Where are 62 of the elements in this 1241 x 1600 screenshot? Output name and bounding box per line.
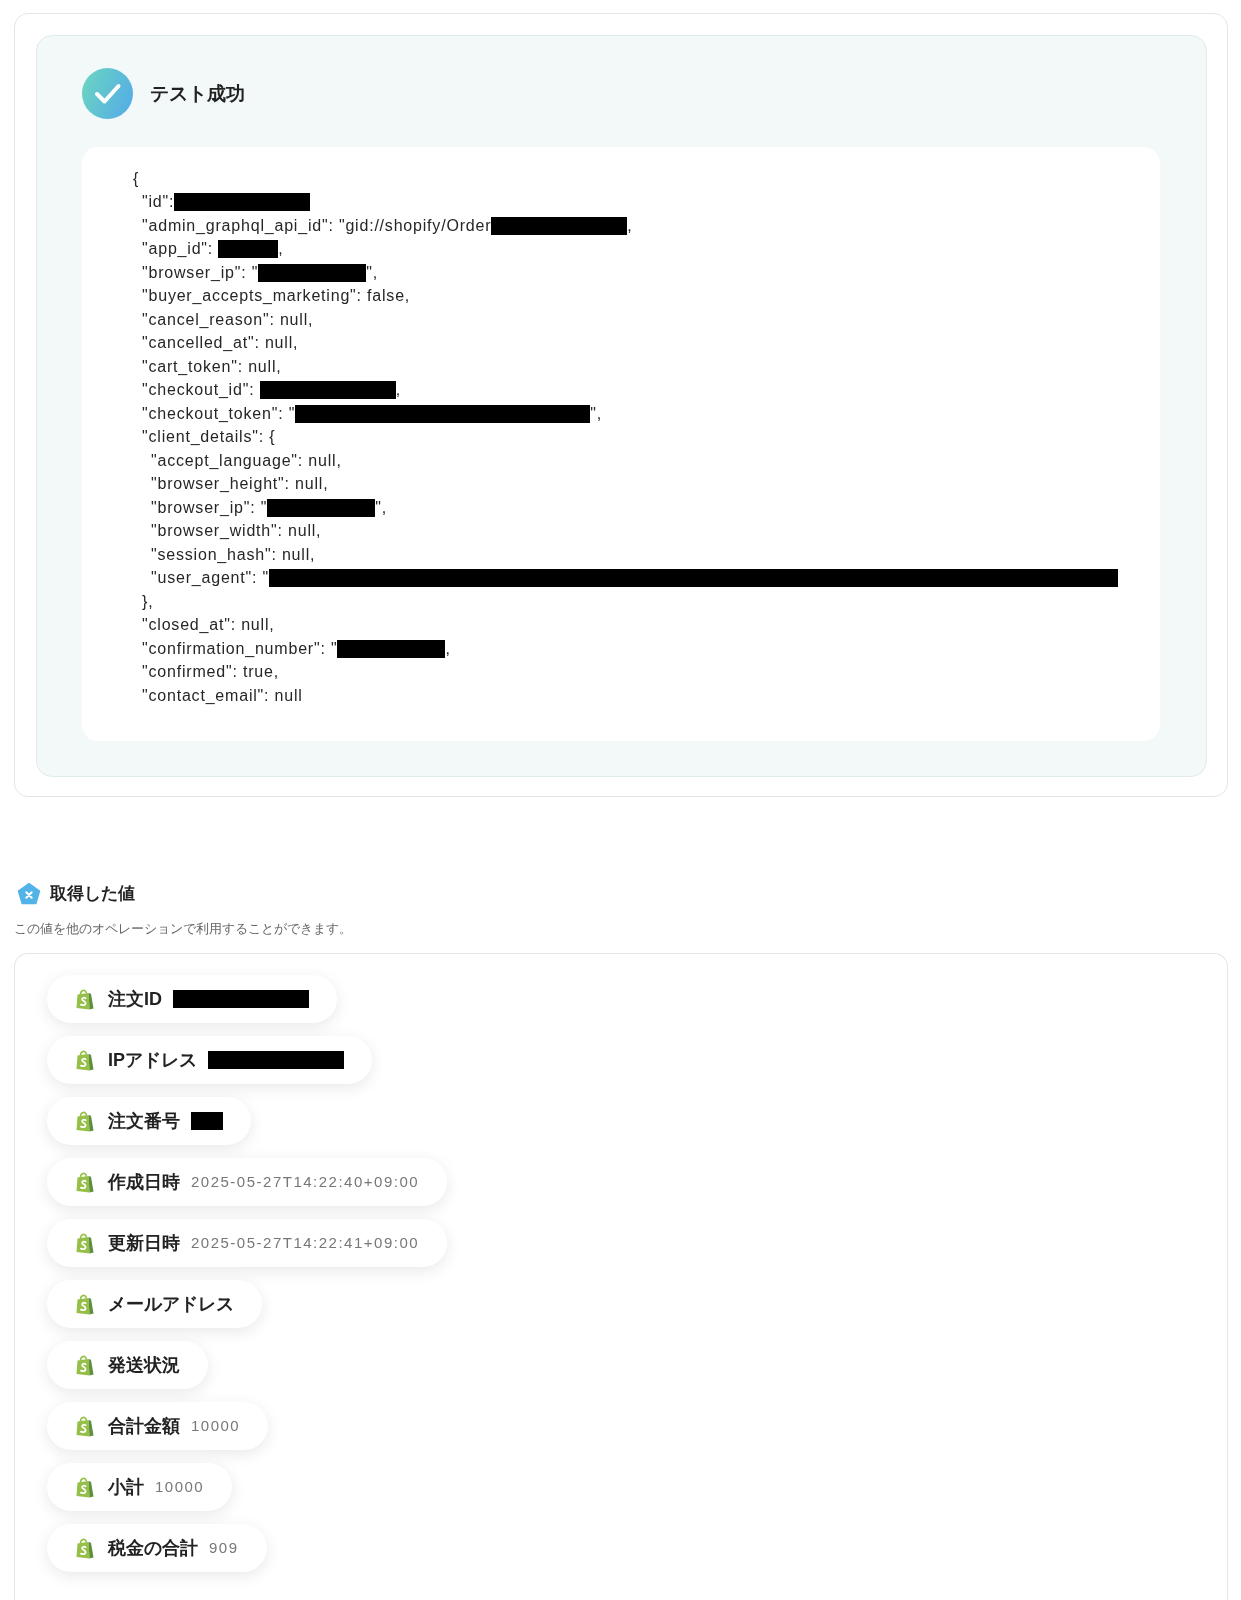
shopping-bag-icon (76, 987, 94, 1010)
code-text: "cancelled_at": null, (142, 334, 299, 353)
section-title: 取得した値 (50, 883, 135, 905)
field-label: 注文番号 (108, 1109, 180, 1133)
field-label: 更新日時 (108, 1231, 180, 1255)
shopping-bag-icon (76, 1353, 94, 1376)
shopping-bag-icon (76, 1231, 94, 1254)
field-label: 税金の合計 (108, 1536, 198, 1560)
code-text: "buyer_accepts_marketing": false, (142, 287, 411, 306)
check-circle-icon (82, 68, 133, 119)
code-text: ", (590, 404, 602, 423)
code-text: "browser_height": null, (151, 475, 329, 494)
field-label: 注文ID (108, 987, 162, 1011)
code-text: "accept_language": null, (151, 451, 342, 470)
code-text: , (395, 381, 401, 400)
code-text: { (133, 169, 140, 188)
field-label: 小計 (108, 1475, 144, 1499)
field-label: 発送状況 (108, 1353, 180, 1377)
code-text: "browser_ip": " (142, 263, 259, 282)
code-text: , (445, 639, 451, 658)
redaction-block (191, 1111, 223, 1130)
code-text: "closed_at": null, (142, 616, 275, 635)
code-text: "admin_graphql_api_id": "gid://shopify/Order (142, 216, 492, 235)
redaction-block (218, 240, 279, 259)
shopping-bag-icon (76, 1109, 94, 1132)
code-text: "cancel_reason": null, (142, 310, 314, 329)
code-text: "cart_token": null, (142, 357, 282, 376)
field-value: 909 (209, 1539, 239, 1556)
status-title: テスト成功 (150, 81, 245, 106)
code-text: }, (142, 592, 154, 611)
field-value: 10000 (191, 1417, 241, 1434)
field-label: 合計金額 (108, 1414, 180, 1438)
field-label: 作成日時 (108, 1170, 180, 1194)
code-text: "checkout_token": " (142, 404, 296, 423)
code-text: "contact_email": null (142, 686, 303, 705)
code-text: "browser_width": null, (151, 522, 322, 541)
code-text: "confirmed": true, (142, 663, 279, 682)
section-description: この値を他のオペレーションで利用することができます。 (14, 919, 353, 938)
pentagon-x-icon (17, 881, 41, 906)
code-text: "confirmation_number": " (142, 639, 338, 658)
field-value: 2025-05-27T14:22:41+09:00 (191, 1234, 420, 1251)
field-label: メールアドレス (108, 1292, 234, 1316)
code-text: "session_hash": null, (151, 545, 316, 564)
code-text: "app_id": (142, 240, 215, 259)
shopping-bag-icon (76, 1475, 94, 1498)
shopping-bag-icon (76, 1292, 94, 1315)
code-text: "browser_ip": " (151, 498, 268, 517)
code-text: , (627, 216, 633, 235)
code-text: "checkout_id": (142, 381, 256, 400)
shopping-bag-icon (76, 1536, 94, 1559)
code-text: "user_agent": " (151, 569, 269, 588)
field-label: IPアドレス (108, 1048, 197, 1072)
code-text: ", (375, 498, 387, 517)
shopping-bag-icon (76, 1170, 94, 1193)
field-value: 2025-05-27T14:22:40+09:00 (191, 1173, 420, 1190)
code-text: ", (366, 263, 378, 282)
shopping-bag-icon (76, 1048, 94, 1071)
field-value: 10000 (155, 1478, 205, 1495)
shopping-bag-icon (76, 1414, 94, 1437)
code-text: , (278, 240, 284, 259)
code-text: "id": (142, 193, 175, 212)
code-text: "client_details": { (142, 428, 276, 447)
